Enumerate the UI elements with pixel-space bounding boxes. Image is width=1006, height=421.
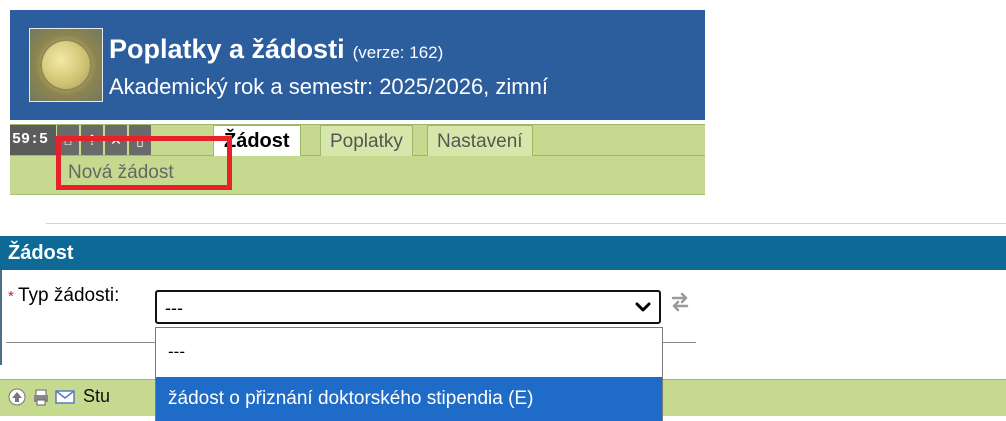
- tab-poplatky[interactable]: Poplatky: [320, 125, 413, 156]
- select-current-value: ---: [165, 298, 183, 318]
- academic-term: Akademický rok a semestr: 2025/2026, zim…: [109, 74, 548, 99]
- app-header: Poplatky a žádosti (verze: 162) Akademick…: [10, 10, 705, 120]
- chevron-down-icon: [635, 302, 651, 312]
- section-title: Žádost: [8, 242, 74, 264]
- separator-line: [46, 223, 1006, 224]
- arrow-up-icon[interactable]: [8, 388, 26, 406]
- tab-nastaveni[interactable]: Nastavení: [427, 125, 533, 156]
- app-title-text: Poplatky a žádosti: [109, 34, 345, 64]
- request-type-dropdown: --- žádost o přiznání doktorského stipen…: [155, 327, 663, 421]
- app-logo: [29, 28, 103, 102]
- print-icon[interactable]: [32, 388, 50, 406]
- request-type-label: Typ žádosti:: [18, 285, 120, 306]
- app-version: (verze: 162): [352, 43, 444, 62]
- section-header: Žádost: [0, 236, 1006, 270]
- request-type-select[interactable]: ---: [155, 290, 661, 324]
- swap-icon[interactable]: [668, 290, 692, 314]
- required-marker: *: [8, 288, 14, 305]
- bottom-bar-label: Stu: [83, 386, 111, 406]
- session-timer: 59:5: [10, 125, 56, 155]
- mail-icon[interactable]: [55, 389, 75, 405]
- app-title: Poplatky a žádosti (verze: 162): [109, 34, 443, 65]
- highlight-box: [56, 136, 232, 190]
- dropdown-option-empty[interactable]: ---: [156, 328, 662, 376]
- dropdown-option-doctoral-stipend[interactable]: žádost o přiznání doktorského stipendia …: [156, 377, 662, 421]
